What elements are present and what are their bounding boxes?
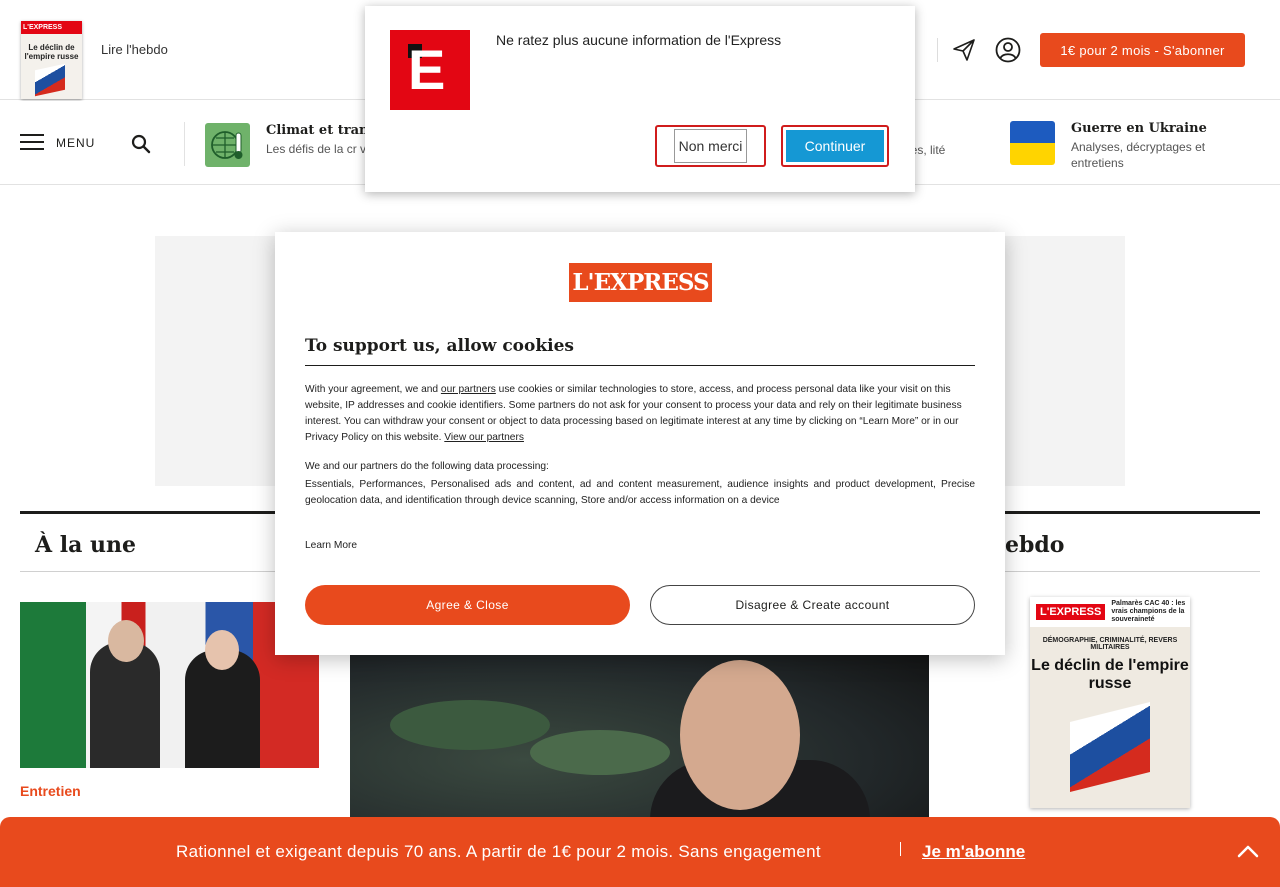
push-decline-label: Non merci xyxy=(673,129,748,163)
menu-button[interactable]: MENU xyxy=(20,134,95,151)
banner-text: Rationnel et exigeant depuis 70 ans. A p… xyxy=(176,842,821,861)
section-title-hebdo: ebdo xyxy=(1005,532,1065,558)
cookie-purposes-list: Essentials, Performances, Personalised a… xyxy=(305,479,975,506)
topic-subtitle-ukraine: Analyses, décryptages et entretiens xyxy=(1071,140,1206,170)
push-message: Ne ratez plus aucune information de l'Ex… xyxy=(496,32,782,48)
magazine-thumb-title: Le déclin de l'empire russe xyxy=(24,43,79,61)
russian-flag-graphic xyxy=(1070,702,1150,792)
push-accept-label: Continuer xyxy=(786,130,884,162)
subscription-banner: Rationnel et exigeant depuis 70 ans. A p… xyxy=(0,817,1280,887)
search-icon[interactable] xyxy=(131,134,151,154)
cookie-intro-part: With your agreement, we and xyxy=(305,384,441,395)
banner-subscribe-link[interactable]: Je m'abonne xyxy=(922,842,1025,862)
lexpress-logo: L'EXPRESS xyxy=(569,263,712,302)
chevron-up-icon[interactable] xyxy=(1236,841,1260,861)
cookie-modal-title: To support us, allow cookies xyxy=(305,336,574,356)
lexpress-e-logo: E xyxy=(390,30,470,110)
cookie-intro-text: With your agreement, we and our partners… xyxy=(305,382,975,446)
learn-more-link[interactable]: Learn More xyxy=(305,540,357,551)
hebdo-cover[interactable]: L'EXPRESS Palmarès CAC 40 : les vrais ch… xyxy=(1030,597,1190,808)
section-title-a-la-une: À la une xyxy=(35,532,136,558)
thermometer-globe-icon xyxy=(205,123,250,167)
push-accept-button[interactable]: Continuer xyxy=(781,125,889,167)
cover-logo: L'EXPRESS xyxy=(1036,604,1106,620)
push-notification-prompt: E Ne ratez plus aucune information de l'… xyxy=(365,6,915,192)
cookie-modal-divider xyxy=(305,365,975,366)
our-partners-link[interactable]: our partners xyxy=(441,384,496,395)
cookie-consent-modal: L'EXPRESS To support us, allow cookies W… xyxy=(275,232,1005,655)
banner-divider xyxy=(900,842,901,856)
cover-title: Le déclin de l'empire russe xyxy=(1031,657,1189,692)
article-image-center[interactable] xyxy=(350,640,929,840)
disagree-create-account-button[interactable]: Disagree & Create account xyxy=(650,585,975,625)
hamburger-icon xyxy=(20,134,44,151)
topic-ukraine[interactable]: Guerre en Ukraine Analyses, décryptages … xyxy=(1010,121,1251,171)
header-divider xyxy=(937,38,938,62)
magazine-thumbnail[interactable]: L'EXPRESS Le déclin de l'empire russe xyxy=(21,21,82,99)
subscribe-button[interactable]: 1€ pour 2 mois - S'abonner xyxy=(1040,33,1245,67)
read-hebdo-link[interactable]: Lire l'hebdo xyxy=(101,42,168,57)
push-decline-button[interactable]: Non merci xyxy=(655,125,766,167)
cover-palmares: Palmarès CAC 40 : les vrais champions de… xyxy=(1111,600,1186,623)
russian-flag-graphic xyxy=(35,63,65,97)
view-partners-link[interactable]: View our partners xyxy=(444,432,524,443)
user-account-icon[interactable] xyxy=(995,37,1021,63)
agree-close-button[interactable]: Agree & Close xyxy=(305,585,630,625)
ukraine-flag-icon xyxy=(1010,121,1055,165)
menu-label: MENU xyxy=(56,135,96,150)
nav-divider xyxy=(184,122,185,166)
newsletter-send-icon[interactable] xyxy=(952,38,976,62)
cookie-purposes-heading: We and our partners do the following dat… xyxy=(305,461,549,472)
cover-header: L'EXPRESS Palmarès CAC 40 : les vrais ch… xyxy=(1030,597,1190,627)
article-kicker-left[interactable]: Entretien xyxy=(20,783,81,799)
cover-tagline: DÉMOGRAPHIE, CRIMINALITÉ, REVERS MILITAI… xyxy=(1042,637,1178,651)
magazine-thumb-logo: L'EXPRESS xyxy=(21,21,82,34)
topic-title-ukraine: Guerre en Ukraine xyxy=(1071,121,1207,136)
